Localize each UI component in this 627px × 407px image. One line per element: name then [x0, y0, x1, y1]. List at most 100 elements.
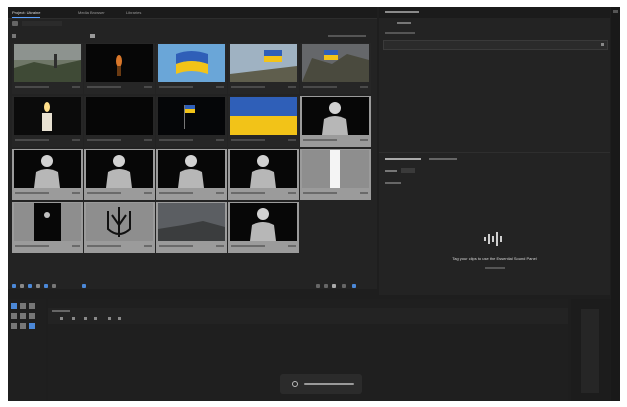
captions-icon[interactable] — [108, 317, 111, 320]
clear-icon[interactable] — [342, 284, 346, 288]
wrench-icon[interactable] — [118, 317, 121, 320]
clip-name-bar — [159, 86, 193, 88]
type-tool-icon[interactable] — [20, 323, 26, 329]
pen-tool-icon[interactable] — [29, 313, 35, 319]
clip-thumbnail — [14, 203, 81, 241]
clip-tile-c18[interactable] — [156, 202, 227, 253]
clip-duration-bar — [144, 86, 152, 88]
preset-dropdown[interactable] — [401, 168, 415, 173]
sort-menu-icon[interactable] — [52, 284, 56, 288]
zoom-slider-track[interactable] — [304, 383, 354, 385]
selection-tool-icon[interactable] — [11, 303, 17, 309]
tab-essential-sound[interactable] — [385, 158, 421, 160]
clip-thumbnail — [86, 44, 153, 82]
clip-name-bar — [15, 192, 49, 194]
clip-duration-bar — [288, 139, 296, 141]
source-dropdown[interactable] — [383, 40, 608, 50]
clip-name-bar — [15, 86, 49, 88]
clip-thumbnail — [302, 150, 369, 188]
clip-tile-c8[interactable] — [156, 96, 227, 147]
sort-icon[interactable] — [90, 34, 95, 38]
slip-tool-icon[interactable] — [20, 313, 26, 319]
folder-icon[interactable] — [12, 21, 18, 26]
clip-tile-c15[interactable] — [300, 149, 371, 200]
tab-libraries[interactable]: Libraries — [126, 10, 141, 15]
clip-duration-bar — [144, 192, 152, 194]
clip-name-bar — [87, 139, 121, 141]
clip-thumbnail — [230, 150, 297, 188]
clip-tile-c17[interactable] — [84, 202, 155, 253]
clip-thumbnail — [230, 97, 297, 135]
icon-view-icon[interactable] — [28, 284, 32, 288]
source-label — [385, 32, 415, 34]
linked-selection-icon[interactable] — [72, 317, 75, 320]
zoom-slider-icon[interactable] — [44, 284, 48, 288]
clip-duration-bar — [360, 86, 368, 88]
clip-tile-c3[interactable] — [156, 43, 227, 94]
clip-tile-c7[interactable] — [84, 96, 155, 147]
clip-name-bar — [87, 86, 121, 88]
clip-thumbnail — [158, 97, 225, 135]
track-select-tool-icon[interactable] — [20, 303, 26, 309]
clip-name-bar — [231, 86, 265, 88]
new-item-icon[interactable] — [332, 284, 336, 288]
clip-tile-c4[interactable] — [228, 43, 299, 94]
add-marker-icon[interactable] — [84, 317, 87, 320]
search-field[interactable] — [22, 21, 62, 26]
automate-icon[interactable] — [82, 284, 86, 288]
settings-icon[interactable] — [94, 317, 97, 320]
clip-name-bar — [159, 139, 193, 141]
clip-thumbnail — [14, 150, 81, 188]
essential-sound-message: Tag your clips to use the Essential Soun… — [452, 256, 537, 261]
lock-icon[interactable] — [12, 284, 16, 288]
tab-audio-mixer[interactable] — [429, 158, 457, 160]
clip-name-bar — [159, 192, 193, 194]
snap-icon[interactable] — [60, 317, 63, 320]
learn-more-link[interactable] — [485, 267, 505, 269]
list-view-icon[interactable] — [20, 284, 24, 288]
clip-tile-c12[interactable] — [84, 149, 155, 200]
clip-tile-c9[interactable] — [228, 96, 299, 147]
trash-icon[interactable] — [352, 284, 356, 288]
zoom-tool-icon[interactable] — [29, 323, 35, 329]
source-subtab[interactable] — [397, 22, 411, 24]
clip-name-bar — [231, 139, 265, 141]
clip-tile-c14[interactable] — [228, 149, 299, 200]
clip-tile-c1[interactable] — [12, 43, 83, 94]
project-toolbar — [8, 283, 377, 291]
right-edge-strip — [611, 7, 620, 401]
panel-menu-icon[interactable] — [613, 10, 618, 13]
new-bin-icon[interactable] — [324, 284, 328, 288]
razor-tool-icon[interactable] — [11, 313, 17, 319]
clip-tile-c11[interactable] — [12, 149, 83, 200]
tools-panel — [8, 299, 46, 401]
project-subbar — [8, 19, 377, 29]
hand-tool-icon[interactable] — [11, 323, 17, 329]
clip-tile-c13[interactable] — [156, 149, 227, 200]
audio-meter — [581, 309, 599, 393]
clip-thumbnail — [14, 44, 81, 82]
tab-source[interactable] — [385, 11, 419, 13]
tab-media-browser[interactable]: Media Browser — [78, 10, 105, 15]
clip-thumbnail — [86, 150, 153, 188]
essential-sound-tab-bar — [379, 153, 610, 165]
clip-tile-c5[interactable] — [300, 43, 371, 94]
clip-tile-c6[interactable] — [12, 96, 83, 147]
effect-controls-tab-bar — [379, 7, 610, 18]
clip-tile-c19[interactable] — [228, 202, 299, 253]
find-icon[interactable] — [316, 284, 320, 288]
zoom-popup — [280, 374, 362, 394]
timecode-readout[interactable] — [52, 310, 70, 312]
clip-tile-c10[interactable] — [300, 96, 371, 147]
tab-project[interactable]: Project: Ukraine — [12, 10, 41, 18]
clip-thumbnail — [14, 97, 81, 135]
clip-tile-c16[interactable] — [12, 202, 83, 253]
item-list-icon[interactable] — [12, 34, 16, 38]
clip-tile-c2[interactable] — [84, 43, 155, 94]
clip-name-bar — [15, 245, 49, 247]
clear-audio-type-label[interactable] — [385, 182, 401, 184]
ripple-edit-tool-icon[interactable] — [29, 303, 35, 309]
clip-duration-bar — [216, 192, 224, 194]
clip-duration-bar — [288, 245, 296, 247]
freeform-view-icon[interactable] — [36, 284, 40, 288]
